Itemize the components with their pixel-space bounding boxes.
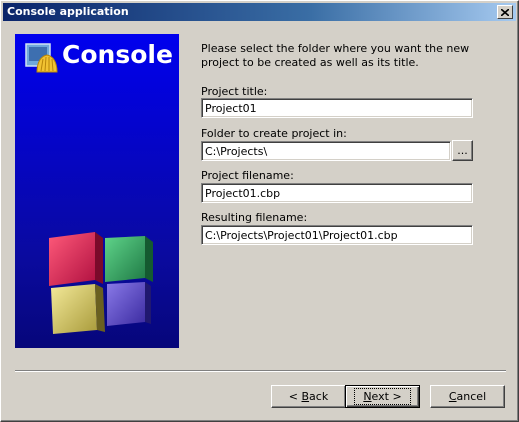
- title-bar[interactable]: Console application: [3, 3, 516, 21]
- folder-label: Folder to create project in:: [201, 127, 347, 140]
- next-button[interactable]: Next >: [345, 385, 420, 408]
- resulting-filename-label: Resulting filename:: [201, 211, 308, 224]
- project-filename-input[interactable]: [201, 183, 473, 203]
- wizard-dialog: Console application Console Please selec…: [0, 0, 519, 422]
- cancel-button-label: Cancel: [448, 390, 487, 403]
- project-title-input[interactable]: [201, 98, 473, 118]
- project-title-label: Project title:: [201, 85, 268, 98]
- footer-separator: [15, 370, 506, 372]
- close-button[interactable]: [497, 5, 513, 19]
- console-app-icon: [25, 43, 58, 73]
- browse-folder-button[interactable]: ...: [452, 140, 473, 161]
- next-button-label: Next >: [354, 388, 411, 405]
- resulting-filename-input[interactable]: [201, 225, 473, 245]
- close-icon: [501, 8, 509, 16]
- project-filename-label: Project filename:: [201, 169, 294, 182]
- folder-input[interactable]: [201, 141, 451, 161]
- cubes-logo: [49, 232, 153, 334]
- window-title: Console application: [7, 5, 129, 18]
- back-button[interactable]: < Back: [271, 385, 346, 408]
- cancel-button[interactable]: Cancel: [430, 385, 505, 408]
- wizard-banner: Console: [15, 34, 179, 348]
- back-button-label: < Back: [288, 390, 329, 403]
- instructions-text: Please select the folder where you want …: [201, 42, 470, 69]
- banner-title: Console: [62, 40, 173, 69]
